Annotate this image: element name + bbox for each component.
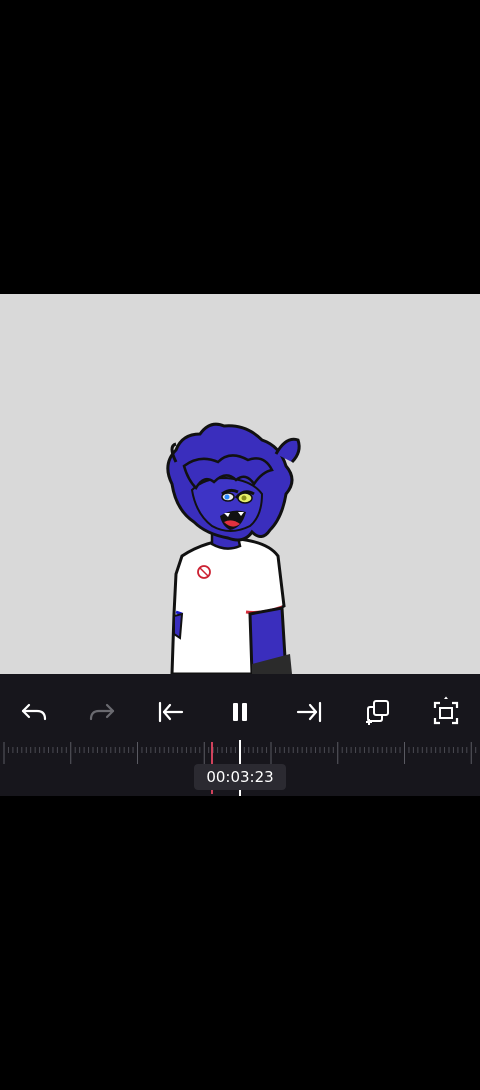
- current-time-display: 00:03:23: [194, 764, 286, 790]
- skip-to-start-icon: [158, 701, 184, 723]
- undo-icon: [21, 703, 47, 721]
- character-drawing: [166, 422, 301, 674]
- fullscreen-icon: [433, 696, 459, 725]
- skip-to-start-button[interactable]: [151, 694, 191, 730]
- skip-to-end-icon: [296, 701, 322, 723]
- skip-to-end-button[interactable]: [289, 694, 329, 730]
- redo-icon: [89, 703, 115, 721]
- pause-icon: [233, 703, 247, 721]
- animation-canvas[interactable]: [0, 294, 480, 674]
- copy-frame-icon: [366, 700, 389, 725]
- fullscreen-button[interactable]: [426, 694, 466, 730]
- pause-button[interactable]: [220, 694, 260, 730]
- undo-button[interactable]: [14, 694, 54, 730]
- redo-button[interactable]: [82, 694, 122, 730]
- copy-frame-button[interactable]: [358, 694, 398, 730]
- playback-toolbar: 00:03:23: [0, 674, 480, 796]
